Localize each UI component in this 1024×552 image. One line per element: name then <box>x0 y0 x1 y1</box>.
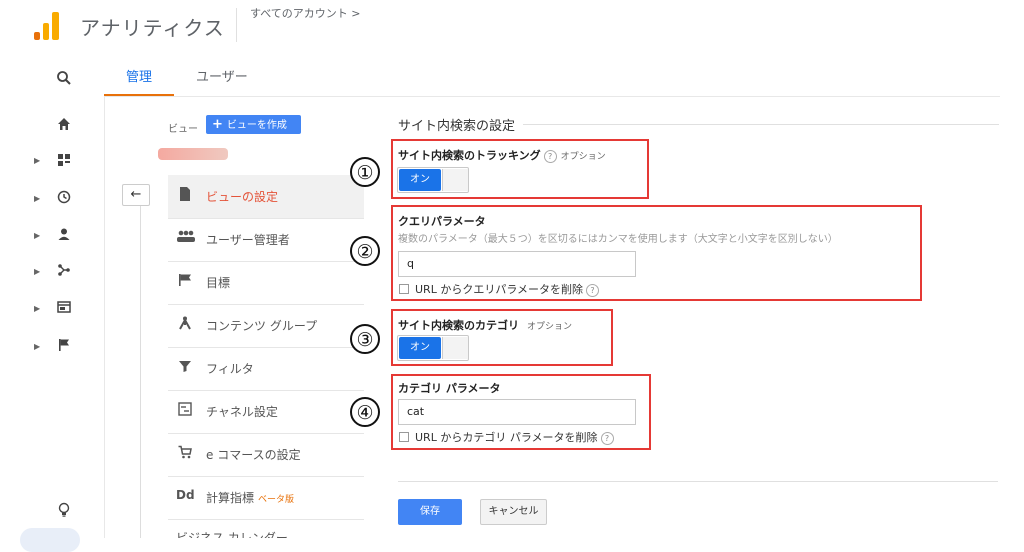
nav-item-ecommerce-settings[interactable]: e コマースの設定 <box>168 433 364 476</box>
query-param-label: クエリパラメータ <box>398 215 486 228</box>
remove-query-param-row: URL からクエリパラメータを削除? <box>415 281 599 297</box>
category-toggle[interactable]: オン <box>397 335 469 361</box>
document-icon <box>176 187 194 205</box>
toggle-knob <box>442 169 468 191</box>
users-icon <box>176 230 195 248</box>
nav-item-user-management[interactable]: ユーザー管理者 <box>168 218 364 261</box>
remove-category-param-label: URL からカテゴリ パラメータを削除 <box>415 431 598 444</box>
content-group-icon <box>176 316 194 334</box>
search-icon[interactable] <box>24 70 104 90</box>
nav-item-view-settings[interactable]: ビューの設定 <box>168 175 364 218</box>
section-title: サイト内検索の設定 <box>398 119 516 134</box>
help-icon[interactable]: ? <box>543 149 557 163</box>
create-view-button[interactable]: + ビューを作成 <box>206 115 301 134</box>
redacted-view-name <box>158 148 228 160</box>
rail-bottom-pill <box>20 528 80 552</box>
nav-item-label: 目標 <box>206 276 231 290</box>
tracking-label: サイト内検索のトラッキング <box>398 149 541 162</box>
person-icon[interactable] <box>24 227 104 245</box>
optional-label: オプション <box>560 152 606 162</box>
beta-badge: ベータ版 <box>258 495 295 505</box>
cart-icon <box>176 445 194 463</box>
back-button[interactable]: ← <box>122 184 150 206</box>
nav-item-label: ユーザー管理者 <box>206 233 290 247</box>
plus-icon: + <box>212 117 223 132</box>
channel-icon <box>176 402 194 420</box>
filter-icon <box>176 359 194 377</box>
annotation-box-category-param: カテゴリ パラメータ cat URL からカテゴリ パラメータを削除? <box>391 374 651 450</box>
annotation-number-2: ② <box>350 236 380 266</box>
annotation-number-4: ④ <box>350 397 380 427</box>
nav-item-label: ビジネス カレンダー <box>176 531 288 538</box>
footer-rule <box>398 481 998 482</box>
annotation-number-1: ① <box>350 157 380 187</box>
query-param-input[interactable]: q <box>398 251 636 277</box>
clock-icon[interactable] <box>24 190 104 208</box>
save-button[interactable]: 保存 <box>398 499 462 525</box>
flag-icon <box>176 273 194 291</box>
annotation-box-category: サイト内検索のカテゴリ オプション オン <box>391 309 613 366</box>
nav-item-calculated-metrics[interactable]: Dd 計算指標 ベータ版 <box>168 476 364 519</box>
tab-admin[interactable]: 管理 <box>126 66 152 85</box>
dashboard-icon[interactable] <box>24 153 104 171</box>
dd-icon: Dd <box>176 488 195 502</box>
nav-item-goals[interactable]: 目標 <box>168 261 364 304</box>
remove-query-param-label: URL からクエリパラメータを削除 <box>415 283 583 296</box>
nav-item-label: チャネル設定 <box>206 405 278 419</box>
admin-tabbar: 管理 ユーザー <box>104 54 1000 97</box>
behavior-icon[interactable] <box>24 300 104 318</box>
tab-users[interactable]: ユーザー <box>196 66 248 85</box>
nav-item-label: 計算指標 <box>206 491 255 505</box>
nav-item-label: フィルタ <box>206 362 254 376</box>
tracking-toggle[interactable]: オン <box>397 167 469 193</box>
nav-item-label-wrap: 計算指標 ベータ版 <box>206 489 294 506</box>
remove-query-param-checkbox[interactable] <box>399 284 409 294</box>
remove-category-param-checkbox[interactable] <box>399 432 409 442</box>
section-rule <box>523 124 999 125</box>
toggle-on-label: オン <box>399 169 441 191</box>
view-column-guide <box>140 185 141 538</box>
tracking-label-row: サイト内検索のトラッキング? オプション <box>398 147 606 163</box>
category-label-row: サイト内検索のカテゴリ オプション <box>398 317 572 333</box>
home-icon[interactable] <box>24 117 104 135</box>
cancel-button[interactable]: キャンセル <box>480 499 547 525</box>
tab-active-indicator <box>104 94 174 96</box>
view-column-label: ビュー <box>168 124 198 135</box>
nav-item-label: ビューの設定 <box>206 190 279 204</box>
nav-item-label: コンテンツ グループ <box>206 319 318 333</box>
annotation-box-query-param: クエリパラメータ 複数のパラメータ（最大５つ）を区切るにはカンマを使用します（大… <box>391 205 922 301</box>
category-param-label: カテゴリ パラメータ <box>398 382 501 395</box>
nav-item-channel-settings[interactable]: チャネル設定 <box>168 390 364 433</box>
acquisition-icon[interactable] <box>24 263 104 281</box>
lightbulb-icon[interactable] <box>24 502 104 522</box>
category-label: サイト内検索のカテゴリ <box>398 319 519 332</box>
toggle-on-label: オン <box>399 337 441 359</box>
app-title: アナリティクス <box>80 16 225 40</box>
annotation-number-3: ③ <box>350 324 380 354</box>
nav-item-filters[interactable]: フィルタ <box>168 347 364 390</box>
account-breadcrumb[interactable]: すべてのアカウント > <box>250 5 361 21</box>
create-view-label: ビューを作成 <box>226 120 287 131</box>
toggle-knob <box>442 337 468 359</box>
header-divider <box>236 8 237 42</box>
analytics-logo-icon <box>34 10 62 40</box>
optional-label: オプション <box>527 322 573 332</box>
query-param-hint: 複数のパラメータ（最大５つ）を区切るにはカンマを使用します（大文字と小文字を区別… <box>398 234 838 245</box>
category-param-input[interactable]: cat <box>398 399 636 425</box>
annotation-box-tracking: サイト内検索のトラッキング? オプション オン <box>391 139 649 199</box>
nav-item-label: e コマースの設定 <box>206 448 301 462</box>
help-icon[interactable]: ? <box>600 431 614 445</box>
nav-item-content-grouping[interactable]: コンテンツ グループ <box>168 304 364 347</box>
remove-category-param-row: URL からカテゴリ パラメータを削除? <box>415 429 614 445</box>
left-nav-rail: ▶ ▶ ▶ ▶ ▶ ▶ <box>20 54 105 552</box>
nav-item-business-calendar[interactable]: ビジネス カレンダー <box>168 519 364 538</box>
flag-icon[interactable] <box>24 338 104 356</box>
help-icon[interactable]: ? <box>586 283 599 297</box>
